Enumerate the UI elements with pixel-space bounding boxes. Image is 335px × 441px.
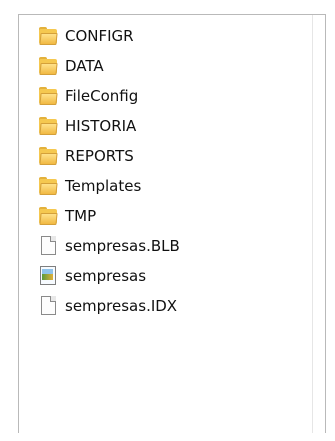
folder-icon bbox=[37, 85, 59, 107]
file-icon bbox=[37, 235, 59, 257]
folder-icon bbox=[37, 205, 59, 227]
folder-icon bbox=[37, 175, 59, 197]
item-label: HISTORIA bbox=[65, 117, 137, 135]
item-label: Templates bbox=[65, 177, 142, 195]
folder-icon bbox=[37, 55, 59, 77]
item-label: sempresas bbox=[65, 267, 147, 285]
item-label: sempresas.BLB bbox=[65, 237, 180, 255]
item-label: CONFIGR bbox=[65, 27, 134, 45]
list-item-sempresas-blb[interactable]: sempresas.BLB bbox=[37, 231, 180, 261]
item-label: REPORTS bbox=[65, 147, 134, 165]
folder-icon bbox=[37, 145, 59, 167]
file-list: CONFIGR DATA FileConfig HISTORIA REPORTS… bbox=[37, 21, 180, 321]
item-label: FileConfig bbox=[65, 87, 139, 105]
list-item-sempresas[interactable]: sempresas bbox=[37, 261, 180, 291]
data-file-icon bbox=[37, 265, 59, 287]
list-item-data[interactable]: DATA bbox=[37, 51, 180, 81]
item-label: DATA bbox=[65, 57, 104, 75]
list-item-tmp[interactable]: TMP bbox=[37, 201, 180, 231]
item-label: TMP bbox=[65, 207, 97, 225]
list-item-reports[interactable]: REPORTS bbox=[37, 141, 180, 171]
file-browser-panel: CONFIGR DATA FileConfig HISTORIA REPORTS… bbox=[0, 0, 335, 441]
list-item-configr[interactable]: CONFIGR bbox=[37, 21, 180, 51]
list-item-sempresas-idx[interactable]: sempresas.IDX bbox=[37, 291, 180, 321]
list-item-templates[interactable]: Templates bbox=[37, 171, 180, 201]
folder-icon bbox=[37, 115, 59, 137]
list-item-fileconfig[interactable]: FileConfig bbox=[37, 81, 180, 111]
list-item-historia[interactable]: HISTORIA bbox=[37, 111, 180, 141]
file-icon bbox=[37, 295, 59, 317]
scrollbar-track[interactable] bbox=[312, 15, 325, 433]
item-label: sempresas.IDX bbox=[65, 297, 178, 315]
folder-icon bbox=[37, 25, 59, 47]
file-list-pane: CONFIGR DATA FileConfig HISTORIA REPORTS… bbox=[18, 14, 326, 433]
